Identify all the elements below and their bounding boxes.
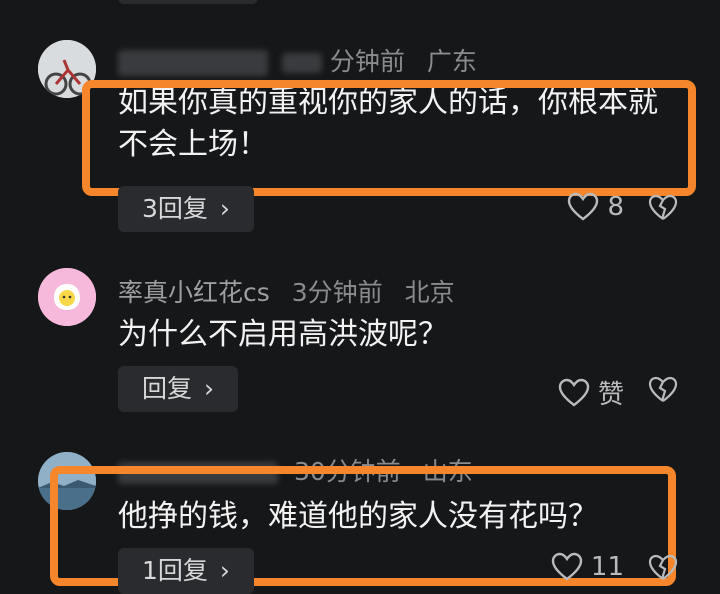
reply-button[interactable]: 回复 › [118,366,238,412]
username[interactable]: 率真小红花cs [118,278,270,307]
reply-label: 1回复 [142,556,208,585]
reply-button[interactable]: 1回复 › [118,548,254,594]
like-count: 11 [590,552,624,582]
chevron-right-icon: › [219,194,230,223]
avatar[interactable] [38,268,96,326]
like-button[interactable]: 赞 [558,374,624,411]
heart-icon [551,552,583,581]
broken-heart-icon [648,554,678,580]
username-blurred [281,53,322,73]
comment-text: 为什么不启用高洪波呢？ [118,317,448,352]
like-button[interactable]: 8 [567,192,624,222]
comment-location: 北京 [404,278,455,307]
highlight-box [82,80,696,196]
broken-heart-icon [648,376,678,402]
like-button[interactable]: 11 [551,552,624,582]
comment-time: 3分钟前 [291,278,383,307]
dislike-button[interactable] [648,554,678,586]
broken-heart-icon [648,194,678,220]
previous-comment-remnant [118,0,258,4]
chevron-right-icon: › [219,556,230,585]
dislike-button[interactable] [648,194,678,226]
dislike-button[interactable] [648,376,678,408]
heart-icon [568,192,599,221]
username-blurred[interactable] [118,50,268,76]
like-count: 8 [607,192,624,222]
chevron-right-icon: › [203,374,214,403]
reply-label: 回复 [142,374,193,403]
reply-label: 3回复 [142,194,208,223]
comment-location: 广东 [426,47,477,76]
heart-icon [558,378,590,407]
like-count: 赞 [597,380,624,410]
comment-time: 分钟前 [329,47,405,76]
reply-button[interactable]: 3回复 › [118,186,254,232]
